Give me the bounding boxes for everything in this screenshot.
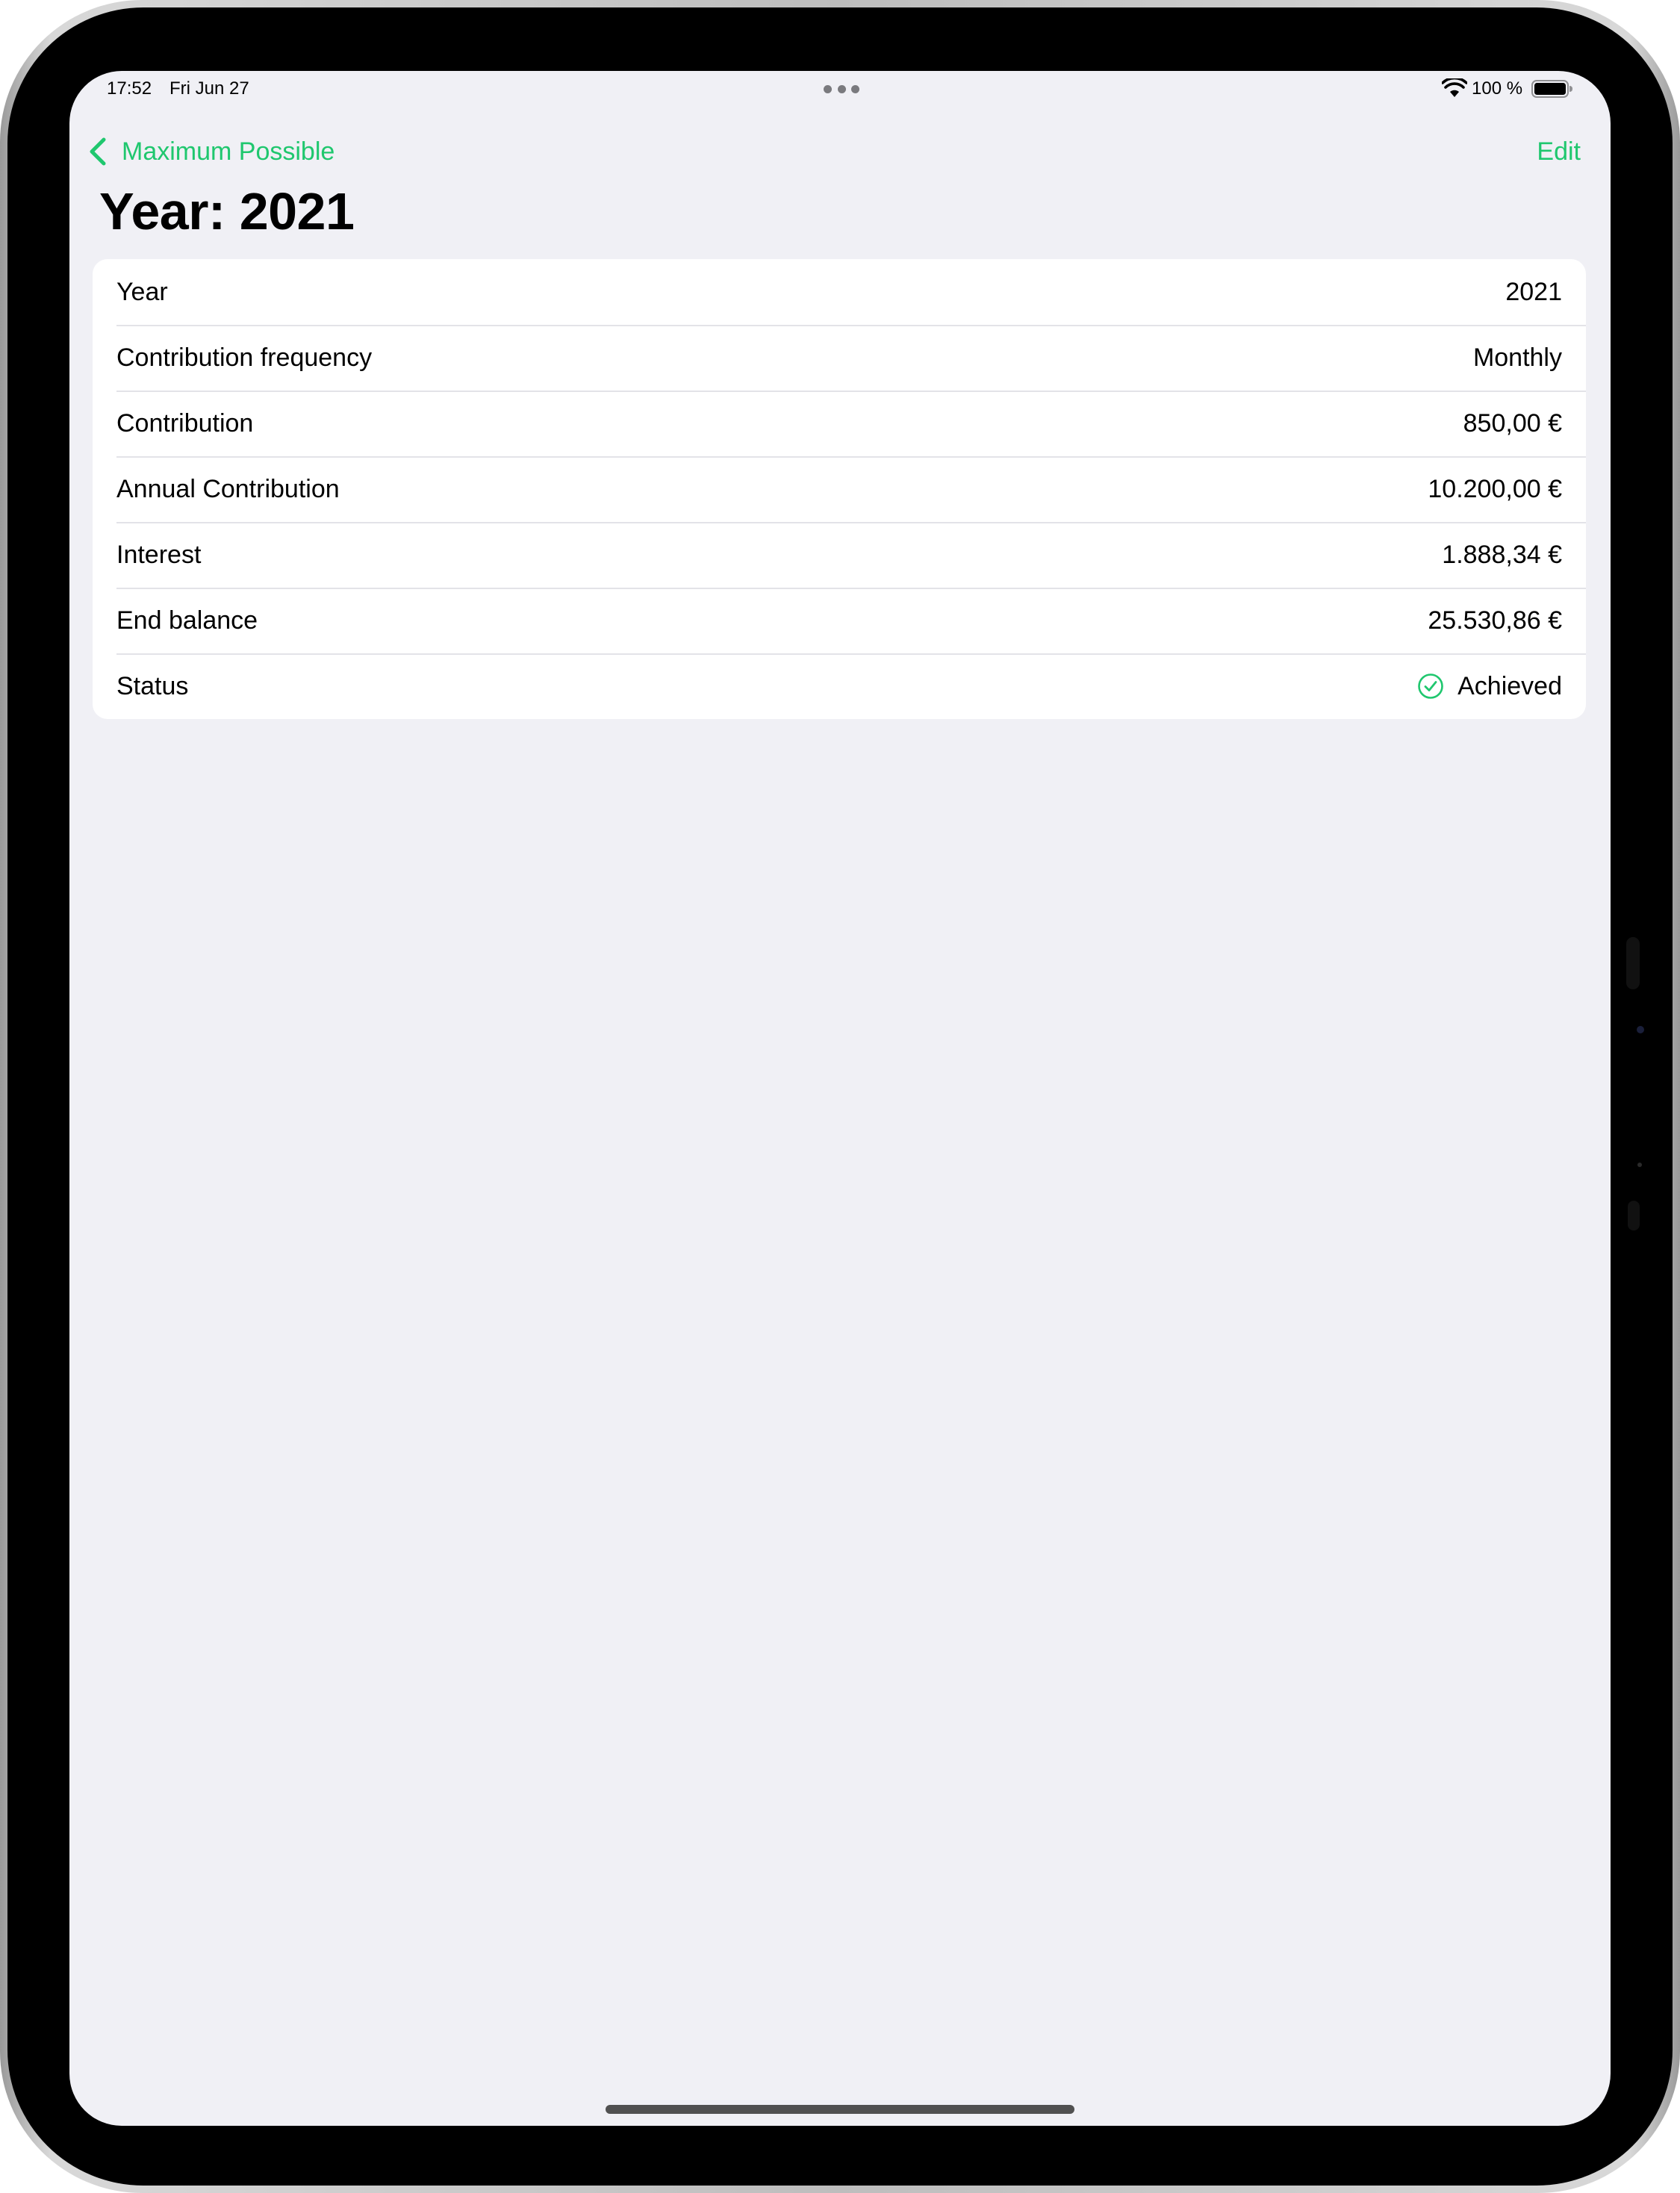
- detail-value: 25.530,86 €: [1428, 606, 1562, 635]
- page-title: Year: 2021: [99, 182, 355, 240]
- home-indicator[interactable]: [606, 2105, 1074, 2114]
- detail-row-interest: Interest 1.888,34 €: [93, 522, 1586, 588]
- detail-label: End balance: [116, 606, 258, 635]
- detail-value: Monthly: [1472, 343, 1562, 372]
- detail-row-contribution-frequency: Contribution frequency Monthly: [93, 325, 1586, 391]
- ellipsis-icon[interactable]: [824, 85, 859, 94]
- detail-label: Contribution: [116, 408, 254, 438]
- back-button-label: Maximum Possible: [122, 137, 335, 166]
- detail-value: 10.200,00 €: [1428, 474, 1562, 503]
- status-value: Achieved: [1417, 672, 1562, 701]
- status-bar: 17:52 Fri Jun 27 100 %: [69, 71, 1611, 108]
- detail-value: 2021: [1505, 277, 1562, 306]
- detail-value: 850,00 €: [1463, 408, 1562, 438]
- side-sensor: [1628, 1201, 1640, 1231]
- battery-full-icon: [1531, 80, 1572, 98]
- camera-dot: [1637, 1026, 1644, 1033]
- detail-label: Annual Contribution: [116, 474, 340, 503]
- wifi-icon: [1442, 78, 1467, 97]
- detail-row-annual-contribution: Annual Contribution 10.200,00 €: [93, 456, 1586, 522]
- status-time: 17:52: [107, 78, 152, 99]
- detail-row-status: Status Achieved: [93, 653, 1586, 719]
- detail-label: Contribution frequency: [116, 343, 373, 372]
- detail-label: Year: [116, 277, 168, 306]
- back-button[interactable]: Maximum Possible: [86, 129, 335, 174]
- status-text: Achieved: [1457, 671, 1562, 700]
- chevron-left-icon: [90, 137, 106, 166]
- detail-value: 1.888,34 €: [1442, 540, 1562, 569]
- screen: 17:52 Fri Jun 27 100 % Maximum Possible …: [69, 71, 1611, 2126]
- detail-row-year: Year 2021: [93, 259, 1586, 325]
- edit-button[interactable]: Edit: [1537, 129, 1581, 174]
- details-card: Year 2021 Contribution frequency Monthly…: [93, 259, 1586, 719]
- volume-button: [1626, 937, 1640, 989]
- battery-percent: 100 %: [1472, 78, 1523, 99]
- detail-label: Status: [116, 671, 189, 700]
- detail-label: Interest: [116, 540, 202, 569]
- detail-row-end-balance: End balance 25.530,86 €: [93, 588, 1586, 653]
- sensor-dot: [1637, 1163, 1642, 1167]
- detail-row-contribution: Contribution 850,00 €: [93, 391, 1586, 456]
- status-date: Fri Jun 27: [169, 78, 249, 99]
- checkmark-circle-icon: [1418, 674, 1443, 699]
